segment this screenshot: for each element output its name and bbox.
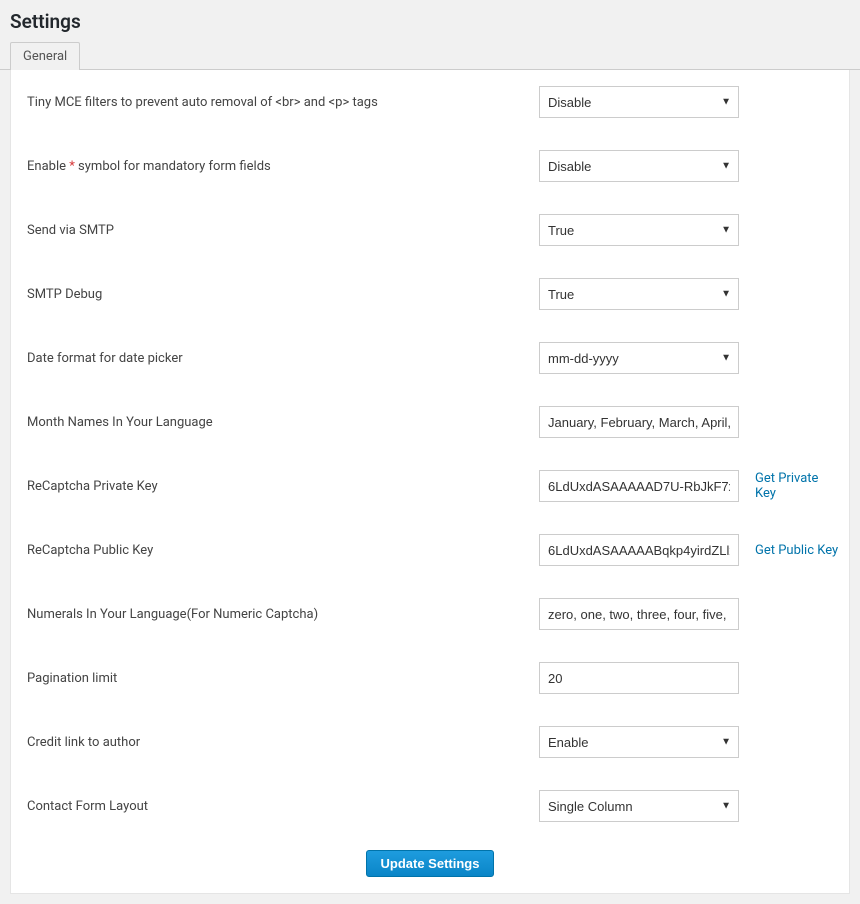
- row-mandatory: Enable * symbol for mandatory form field…: [11, 134, 849, 198]
- row-numerals: Numerals In Your Language(For Numeric Ca…: [11, 582, 849, 646]
- label-month-names: Month Names In Your Language: [11, 390, 531, 454]
- select-credit-link[interactable]: Enable: [539, 726, 739, 758]
- row-recaptcha-private: ReCaptcha Private Key Get Private Key: [11, 454, 849, 518]
- tab-bar: General: [0, 41, 860, 70]
- row-date-format: Date format for date picker mm-dd-yyyy ▼: [11, 326, 849, 390]
- input-month-names[interactable]: [539, 406, 739, 438]
- link-get-public-key[interactable]: Get Public Key: [755, 543, 838, 558]
- input-recaptcha-public[interactable]: [539, 534, 739, 566]
- row-recaptcha-public: ReCaptcha Public Key Get Public Key: [11, 518, 849, 582]
- label-recaptcha-private: ReCaptcha Private Key: [11, 454, 531, 518]
- row-month-names: Month Names In Your Language: [11, 390, 849, 454]
- label-recaptcha-public: ReCaptcha Public Key: [11, 518, 531, 582]
- row-credit-link: Credit link to author Enable ▼: [11, 710, 849, 774]
- select-mandatory[interactable]: Disable: [539, 150, 739, 182]
- label-numerals: Numerals In Your Language(For Numeric Ca…: [11, 582, 531, 646]
- page-title: Settings: [0, 0, 860, 41]
- input-recaptcha-private[interactable]: [539, 470, 739, 502]
- input-pagination[interactable]: [539, 662, 739, 694]
- label-pagination: Pagination limit: [11, 646, 531, 710]
- label-date-format: Date format for date picker: [11, 326, 531, 390]
- row-pagination: Pagination limit: [11, 646, 849, 710]
- select-smtp-debug[interactable]: True: [539, 278, 739, 310]
- settings-panel: Tiny MCE filters to prevent auto removal…: [10, 70, 850, 894]
- label-credit-link: Credit link to author: [11, 710, 531, 774]
- select-tinymce[interactable]: Disable: [539, 86, 739, 118]
- row-smtp-debug: SMTP Debug True ▼: [11, 262, 849, 326]
- row-tinymce: Tiny MCE filters to prevent auto removal…: [11, 70, 849, 134]
- label-mandatory: Enable * symbol for mandatory form field…: [11, 134, 531, 198]
- label-tinymce: Tiny MCE filters to prevent auto removal…: [11, 70, 531, 134]
- select-layout[interactable]: Single Column: [539, 790, 739, 822]
- input-numerals[interactable]: [539, 598, 739, 630]
- link-get-private-key[interactable]: Get Private Key: [755, 471, 818, 501]
- label-smtp-debug: SMTP Debug: [11, 262, 531, 326]
- select-date-format[interactable]: mm-dd-yyyy: [539, 342, 739, 374]
- row-layout: Contact Form Layout Single Column ▼: [11, 774, 849, 838]
- tab-general[interactable]: General: [10, 42, 80, 70]
- label-layout: Contact Form Layout: [11, 774, 531, 838]
- select-smtp[interactable]: True: [539, 214, 739, 246]
- update-settings-button[interactable]: Update Settings: [366, 850, 495, 877]
- submit-row: Update Settings: [11, 838, 849, 893]
- row-smtp: Send via SMTP True ▼: [11, 198, 849, 262]
- label-smtp: Send via SMTP: [11, 198, 531, 262]
